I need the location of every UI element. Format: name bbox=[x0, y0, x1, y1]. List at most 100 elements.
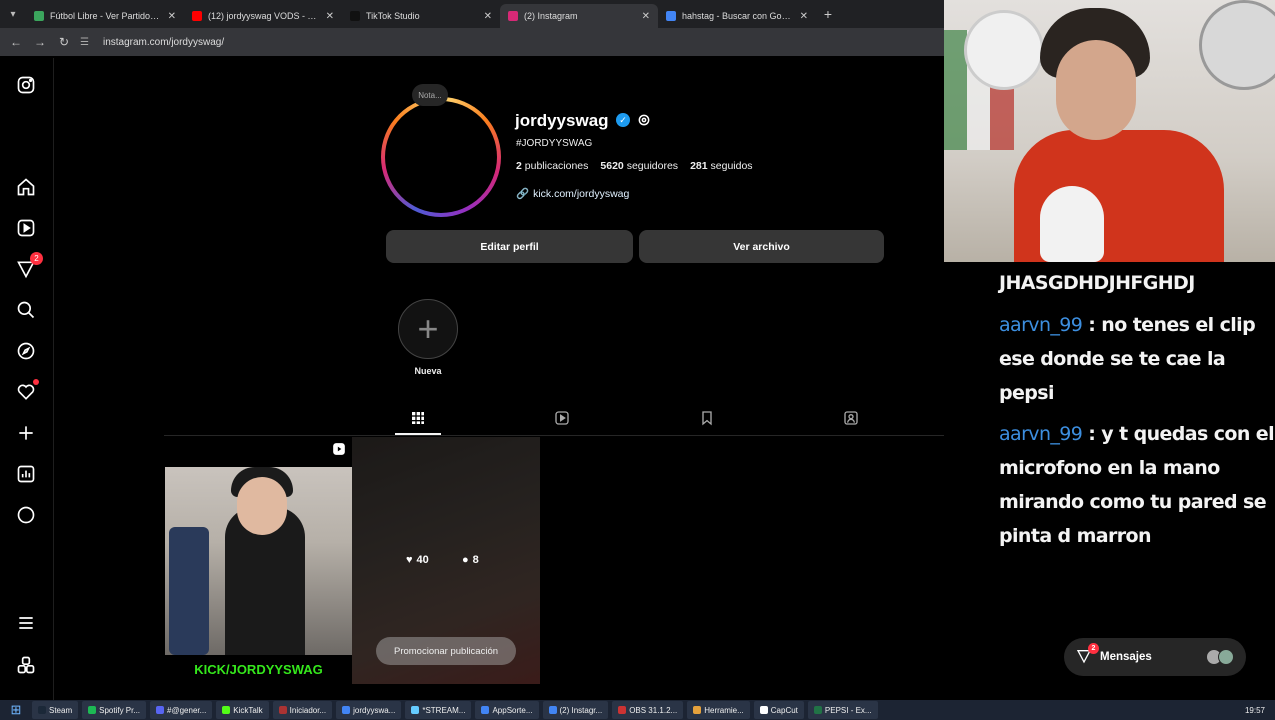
profile-stats: 2 publicaciones 5620 seguidores 281 segu… bbox=[516, 160, 753, 172]
bottle-shape bbox=[169, 527, 209, 655]
tab-title: hahstag - Buscar con Google bbox=[682, 11, 794, 21]
start-button-icon[interactable]: ⊞ bbox=[4, 701, 28, 719]
create-icon[interactable] bbox=[15, 422, 37, 444]
browser-tab-bar: ▾ Fútbol Libre - Ver Partidos de F ✕ (12… bbox=[0, 0, 944, 28]
profile-avatar[interactable] bbox=[381, 97, 501, 217]
taskbar-item[interactable]: AppSorte... bbox=[475, 701, 539, 719]
notification-badge: 2 bbox=[30, 252, 43, 265]
tab-saved-bookmark-icon[interactable] bbox=[697, 408, 717, 428]
tab-search-icon[interactable]: ▾ bbox=[0, 0, 26, 28]
messages-avatars bbox=[1206, 649, 1234, 665]
app-icon bbox=[813, 706, 822, 714]
chat-message: JHASGDHDJHFGHDJ bbox=[999, 272, 1195, 294]
tab-close-icon[interactable]: ✕ bbox=[484, 11, 492, 22]
plus-icon: + bbox=[417, 308, 439, 349]
webcam-overlay bbox=[944, 0, 1275, 262]
background-fan bbox=[964, 10, 1044, 90]
followers-stat[interactable]: 5620 seguidores bbox=[600, 160, 678, 172]
note-bubble[interactable]: Nota... bbox=[412, 84, 448, 106]
notifications-heart-icon[interactable] bbox=[15, 379, 39, 403]
app-icon bbox=[618, 706, 627, 714]
app-icon bbox=[548, 706, 557, 714]
tab-posts-grid-icon[interactable] bbox=[408, 408, 428, 428]
comments-count: ● 8 bbox=[462, 554, 479, 566]
taskbar-item[interactable]: PEPSI - Ex... bbox=[807, 701, 878, 719]
profile-full-name: #JORDYYSWAG bbox=[516, 138, 593, 149]
app-icon bbox=[222, 706, 231, 714]
dashboard-icon[interactable] bbox=[15, 463, 37, 485]
taskbar-item[interactable]: KickTalk bbox=[216, 701, 269, 719]
url-field[interactable]: instagram.com/jordyyswag/ bbox=[103, 37, 224, 48]
instagram-logo-icon[interactable] bbox=[15, 74, 37, 96]
back-icon[interactable]: ← bbox=[8, 35, 24, 49]
following-stat[interactable]: 281 seguidos bbox=[690, 160, 752, 172]
reels-icon[interactable] bbox=[15, 217, 37, 239]
browser-tab[interactable]: Fútbol Libre - Ver Partidos de F ✕ bbox=[26, 4, 184, 28]
tab-close-icon[interactable]: ✕ bbox=[326, 11, 334, 22]
view-archive-button[interactable]: Ver archivo bbox=[639, 230, 884, 263]
taskbar-item[interactable]: Iniciador... bbox=[272, 701, 333, 719]
profile-link[interactable]: 🔗 kick.com/jordyyswag bbox=[516, 187, 629, 201]
reel-indicator-icon bbox=[332, 442, 346, 456]
browser-tab[interactable]: hahstag - Buscar con Google ✕ bbox=[658, 4, 816, 28]
taskbar-item[interactable]: Steam bbox=[32, 701, 79, 719]
site-info-icon[interactable]: ☰ bbox=[80, 37, 89, 48]
post-tile[interactable]: KICK/JORDYYSWAG bbox=[165, 437, 352, 684]
browser-tab[interactable]: (12) jordyyswag VODS - YouTub ✕ bbox=[184, 4, 342, 28]
new-tab-icon[interactable]: + bbox=[816, 6, 840, 22]
background-fan-right bbox=[1199, 0, 1275, 90]
profile-avatar-icon[interactable] bbox=[15, 504, 37, 526]
windows-taskbar: ⊞ Steam Spotify Pr... #@gener... KickTal… bbox=[0, 700, 1275, 720]
edit-profile-button[interactable]: Editar perfil bbox=[386, 230, 633, 263]
likes-count: ♥ 40 bbox=[406, 554, 429, 566]
app-icon bbox=[693, 706, 702, 714]
taskbar-item[interactable]: Spotify Pr... bbox=[82, 701, 147, 719]
tab-close-icon[interactable]: ✕ bbox=[168, 11, 176, 22]
app-icon bbox=[156, 706, 165, 714]
forward-icon[interactable]: → bbox=[32, 35, 48, 49]
avatar bbox=[1218, 649, 1234, 665]
promote-post-button[interactable]: Promocionar publicación bbox=[376, 637, 516, 665]
explore-icon[interactable] bbox=[15, 340, 37, 362]
reload-icon[interactable]: ↻ bbox=[56, 35, 72, 49]
tab-reels-icon[interactable] bbox=[552, 408, 572, 428]
tab-tagged-icon[interactable] bbox=[841, 408, 861, 428]
instagram-sidebar: 2 bbox=[0, 58, 54, 700]
tab-title: (2) Instagram bbox=[524, 11, 578, 21]
new-highlight-button[interactable]: + bbox=[398, 299, 458, 359]
taskbar-item[interactable]: Herramie... bbox=[687, 701, 750, 719]
profile-link-text[interactable]: kick.com/jordyyswag bbox=[533, 188, 629, 200]
search-icon[interactable] bbox=[15, 299, 37, 321]
taskbar-item[interactable]: (2) Instagr... bbox=[542, 701, 609, 719]
post-tile-hovered[interactable]: ♥ 40 ● 8 Promocionar publicación bbox=[352, 437, 540, 684]
taskbar-item[interactable]: #@gener... bbox=[150, 701, 213, 719]
chat-username: aarvn_99 bbox=[999, 314, 1083, 336]
tab-title: TikTok Studio bbox=[366, 11, 420, 21]
tab-title: (12) jordyyswag VODS - YouTub bbox=[208, 11, 320, 21]
home-icon[interactable] bbox=[15, 176, 37, 198]
direct-messages-icon[interactable]: 2 bbox=[15, 252, 43, 280]
tab-favicon-icon bbox=[350, 11, 360, 21]
messages-badge: 2 bbox=[1088, 643, 1099, 654]
taskbar-item[interactable]: *STREAM... bbox=[405, 701, 472, 719]
browser-tab-active[interactable]: (2) Instagram ✕ bbox=[500, 4, 658, 28]
tab-favicon-icon bbox=[666, 11, 676, 21]
also-from-meta-icon[interactable] bbox=[15, 654, 37, 676]
tab-close-icon[interactable]: ✕ bbox=[800, 11, 808, 22]
head-shape bbox=[237, 477, 287, 535]
messages-floating-button[interactable]: 2 Mensajes bbox=[1064, 638, 1246, 676]
notification-dot bbox=[33, 379, 39, 385]
heart-icon: ♥ bbox=[406, 554, 413, 566]
taskbar-item[interactable]: jordyyswa... bbox=[336, 701, 402, 719]
taskbar-item[interactable]: OBS 31.1.2... bbox=[612, 701, 684, 719]
more-menu-icon[interactable] bbox=[15, 612, 37, 634]
settings-gear-icon[interactable] bbox=[636, 112, 652, 128]
taskbar-item[interactable]: CapCut bbox=[753, 701, 804, 719]
streamer-face bbox=[1056, 40, 1136, 140]
tab-close-icon[interactable]: ✕ bbox=[642, 11, 650, 22]
browser-tab[interactable]: TikTok Studio ✕ bbox=[342, 4, 500, 28]
app-icon bbox=[278, 706, 287, 714]
tab-title: Fútbol Libre - Ver Partidos de F bbox=[50, 11, 162, 21]
app-icon bbox=[481, 706, 490, 714]
app-icon bbox=[342, 706, 351, 714]
